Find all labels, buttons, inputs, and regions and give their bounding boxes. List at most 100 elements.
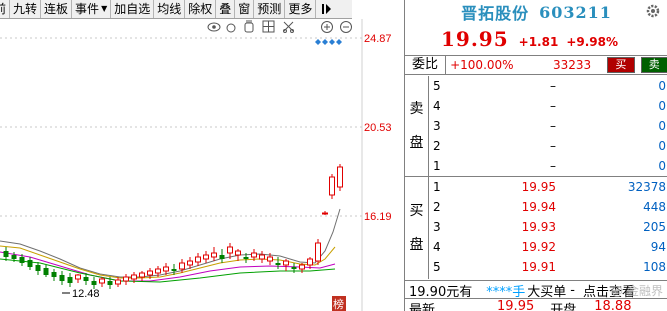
current-price: 19.95 <box>441 27 509 51</box>
stock-code: 603211 <box>539 2 612 22</box>
candle-body <box>123 276 129 282</box>
cut-icon[interactable] <box>283 21 294 33</box>
candle-body <box>211 252 217 258</box>
candle-body <box>83 277 89 281</box>
candle-body <box>163 266 169 272</box>
candle-body <box>329 176 335 196</box>
candlesticks <box>3 164 343 289</box>
toolbar-item-window[interactable]: 窗 <box>235 0 255 18</box>
price-change-pct: +9.98% <box>566 35 618 49</box>
grid-icon[interactable] <box>262 20 275 33</box>
tape-stars: ****手 <box>486 284 526 300</box>
kline-chart-svg: 24.87 20.53 16.19 12.48 榜 <box>0 19 392 311</box>
order-diff-value: 33233 <box>552 57 592 72</box>
price-label: 24.87 <box>364 33 392 45</box>
toolbar-item-overlay[interactable]: 叠 <box>216 0 236 18</box>
price-row: 19.95 +1.81 +9.98% <box>405 27 667 55</box>
candle-body <box>91 281 97 285</box>
candle-body <box>155 268 161 274</box>
bid-row[interactable]: 5 19.91 108 <box>429 257 667 277</box>
ask-row[interactable]: 3 – 0 <box>429 116 667 136</box>
candle-body <box>35 265 41 271</box>
toolbar-item-events[interactable]: 事件 ▼ <box>72 0 112 18</box>
event-diamond-icon <box>329 39 335 45</box>
event-diamond-icon <box>315 39 321 45</box>
ask-row[interactable]: 1 – 0 <box>429 156 667 176</box>
chart-toolbar: 前 九转 连板 事件▼ 加自选 均线 除权 叠 窗 预测 更多 <box>0 0 352 19</box>
toolbar-item-more[interactable]: 更多 <box>285 0 317 18</box>
candle-body <box>291 267 297 269</box>
bid-row[interactable]: 1 19.95 32378 <box>429 177 667 197</box>
candle-body <box>179 262 185 270</box>
open-value: 18.88 <box>594 299 632 311</box>
candle-body <box>43 268 49 275</box>
candle-body <box>299 264 305 270</box>
eye-icon[interactable] <box>207 22 221 32</box>
rank-badge[interactable]: 榜 <box>333 297 344 311</box>
candle-body <box>283 260 289 266</box>
bid-row[interactable]: 2 19.94 448 <box>429 197 667 217</box>
candle-body <box>307 258 313 266</box>
event-diamond-icon <box>322 39 328 45</box>
pin-icon[interactable] <box>316 0 338 18</box>
toolbar-item-limit-up[interactable]: 连板 <box>41 0 73 18</box>
loop-icon[interactable] <box>226 23 236 33</box>
candle-body <box>251 252 257 258</box>
toolbar-item-prev[interactable]: 前 <box>0 0 11 18</box>
candle-body <box>195 256 201 263</box>
ask-row[interactable]: 5 – 0 <box>429 76 667 96</box>
candle-body <box>337 166 343 188</box>
ask-row[interactable]: 2 – 0 <box>429 136 667 156</box>
order-ratio-value: +100.00% <box>450 57 514 72</box>
order-ratio-label: 委比 <box>405 54 447 75</box>
toolbar-item-moving-average[interactable]: 均线 <box>154 0 186 18</box>
candle-body <box>19 257 25 263</box>
toolbar-item-forecast[interactable]: 预测 <box>254 0 286 18</box>
candle-body <box>11 255 17 259</box>
candle-body <box>322 212 328 215</box>
event-markers[interactable] <box>315 39 342 45</box>
candle-body <box>147 270 153 276</box>
toolbar-item-ex-rights[interactable]: 除权 <box>185 0 217 18</box>
gear-icon[interactable] <box>645 3 661 19</box>
stock-title: 晋拓股份 603211 <box>405 0 667 24</box>
candle-body <box>315 242 321 262</box>
candle-body <box>3 251 9 257</box>
last-label: 最新 <box>409 303 436 311</box>
tape-big-buy: 大买单 <box>527 284 567 300</box>
candle-body <box>107 281 113 285</box>
candle-body <box>203 254 209 260</box>
candle-body <box>187 260 193 266</box>
open-label: 开盘 <box>550 303 577 311</box>
candle-body <box>267 256 273 262</box>
chart-tool-icons <box>207 20 352 33</box>
bid-row[interactable]: 3 19.93 205 <box>429 217 667 237</box>
candle-body <box>131 274 137 280</box>
toolbar-item-add-watchlist[interactable]: 加自选 <box>111 0 155 18</box>
price-label: 16.19 <box>364 211 392 223</box>
kline-chart[interactable]: 24.87 20.53 16.19 12.48 榜 <box>0 19 404 311</box>
candle-body <box>51 272 57 277</box>
event-diamond-icon <box>336 39 342 45</box>
buy-button[interactable]: 买 <box>607 56 635 73</box>
zoom-in-icon[interactable] <box>321 21 333 33</box>
tape-dash: - <box>570 282 575 298</box>
order-ratio-row: 委比 +100.00% 33233 买 卖 <box>405 54 667 75</box>
zoom-out-icon[interactable] <box>340 21 352 33</box>
candle-body <box>99 278 105 284</box>
ask-side-label: 卖 盘 <box>405 76 429 176</box>
candle-body <box>243 257 249 259</box>
candle-body <box>75 274 81 280</box>
bid-row[interactable]: 4 19.92 94 <box>429 237 667 257</box>
candle-body <box>139 272 145 278</box>
ask-row[interactable]: 4 – 0 <box>429 96 667 116</box>
toolbar-item-nine-turn[interactable]: 九转 <box>10 0 42 18</box>
quote-panel: 晋拓股份 603211 19.95 +1.81 +9.98% 委比 +100.0… <box>404 0 667 311</box>
sell-button[interactable]: 卖 <box>640 56 667 73</box>
price-change: +1.81 <box>518 35 559 49</box>
tape-price: 19.90元有 <box>409 284 473 300</box>
price-label: 20.53 <box>364 122 392 134</box>
bid-side-label: 买 盘 <box>405 177 429 279</box>
hand-icon[interactable] <box>244 20 254 33</box>
watermark: @ 金融界 <box>611 284 663 298</box>
